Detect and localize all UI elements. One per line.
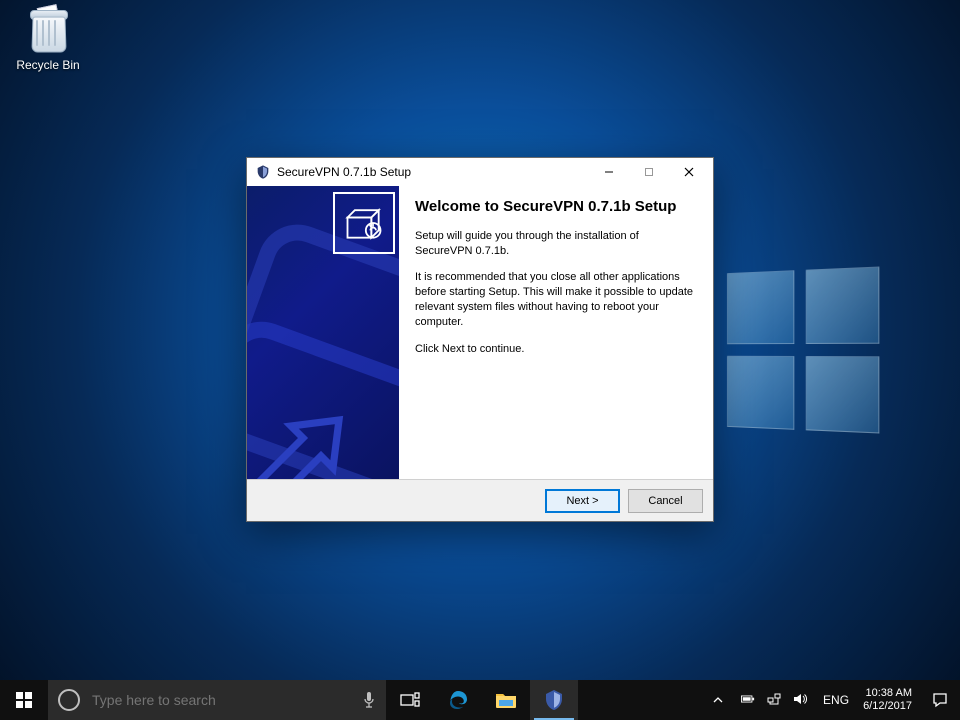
- search-box[interactable]: [48, 680, 386, 720]
- taskbar-securevpn-setup[interactable]: [530, 680, 578, 720]
- network-icon[interactable]: [767, 692, 781, 709]
- action-center-button[interactable]: [920, 680, 960, 720]
- search-input[interactable]: [90, 691, 352, 709]
- volume-icon[interactable]: [793, 692, 807, 709]
- windows-logo-backdrop: [727, 267, 879, 434]
- language-indicator[interactable]: ENG: [817, 680, 855, 720]
- taskbar-spacer: [578, 680, 705, 720]
- recycle-bin-icon: [24, 6, 72, 54]
- installer-box-icon: [333, 192, 395, 254]
- start-button[interactable]: [0, 680, 48, 720]
- maximize-button[interactable]: [629, 158, 669, 186]
- microphone-icon[interactable]: [362, 691, 376, 709]
- next-button[interactable]: Next >: [545, 489, 620, 513]
- installer-footer: Next > Cancel: [247, 479, 713, 521]
- cancel-button[interactable]: Cancel: [628, 489, 703, 513]
- battery-icon[interactable]: [741, 692, 755, 709]
- task-view-button[interactable]: [386, 680, 434, 720]
- clock-date: 6/12/2017: [863, 700, 912, 713]
- close-button[interactable]: [669, 158, 709, 186]
- clock-time: 10:38 AM: [866, 687, 912, 700]
- installer-window: SecureVPN 0.7.1b Setup: [246, 157, 714, 522]
- tray-overflow-button[interactable]: [705, 680, 731, 720]
- taskbar-file-explorer[interactable]: [482, 680, 530, 720]
- system-tray: [731, 680, 817, 720]
- minimize-button[interactable]: [589, 158, 629, 186]
- installer-app-icon: [255, 164, 271, 180]
- titlebar[interactable]: SecureVPN 0.7.1b Setup: [247, 158, 713, 186]
- taskbar: ENG 10:38 AM 6/12/2017: [0, 680, 960, 720]
- window-title: SecureVPN 0.7.1b Setup: [277, 165, 589, 179]
- taskbar-edge[interactable]: [434, 680, 482, 720]
- installer-heading: Welcome to SecureVPN 0.7.1b Setup: [415, 198, 697, 217]
- recycle-bin-label: Recycle Bin: [12, 58, 84, 72]
- installer-sidebar-graphic: [247, 186, 399, 479]
- installer-para-2: It is recommended that you close all oth…: [415, 270, 697, 329]
- installer-para-3: Click Next to continue.: [415, 342, 697, 357]
- clock[interactable]: 10:38 AM 6/12/2017: [855, 680, 920, 720]
- recycle-bin-desktop-icon[interactable]: Recycle Bin: [12, 6, 84, 72]
- desktop[interactable]: Recycle Bin SecureVPN 0.7.1b Setup: [0, 0, 960, 720]
- installer-content: Welcome to SecureVPN 0.7.1b Setup Setup …: [399, 186, 713, 479]
- cortana-icon: [58, 689, 80, 711]
- installer-para-1: Setup will guide you through the install…: [415, 229, 697, 259]
